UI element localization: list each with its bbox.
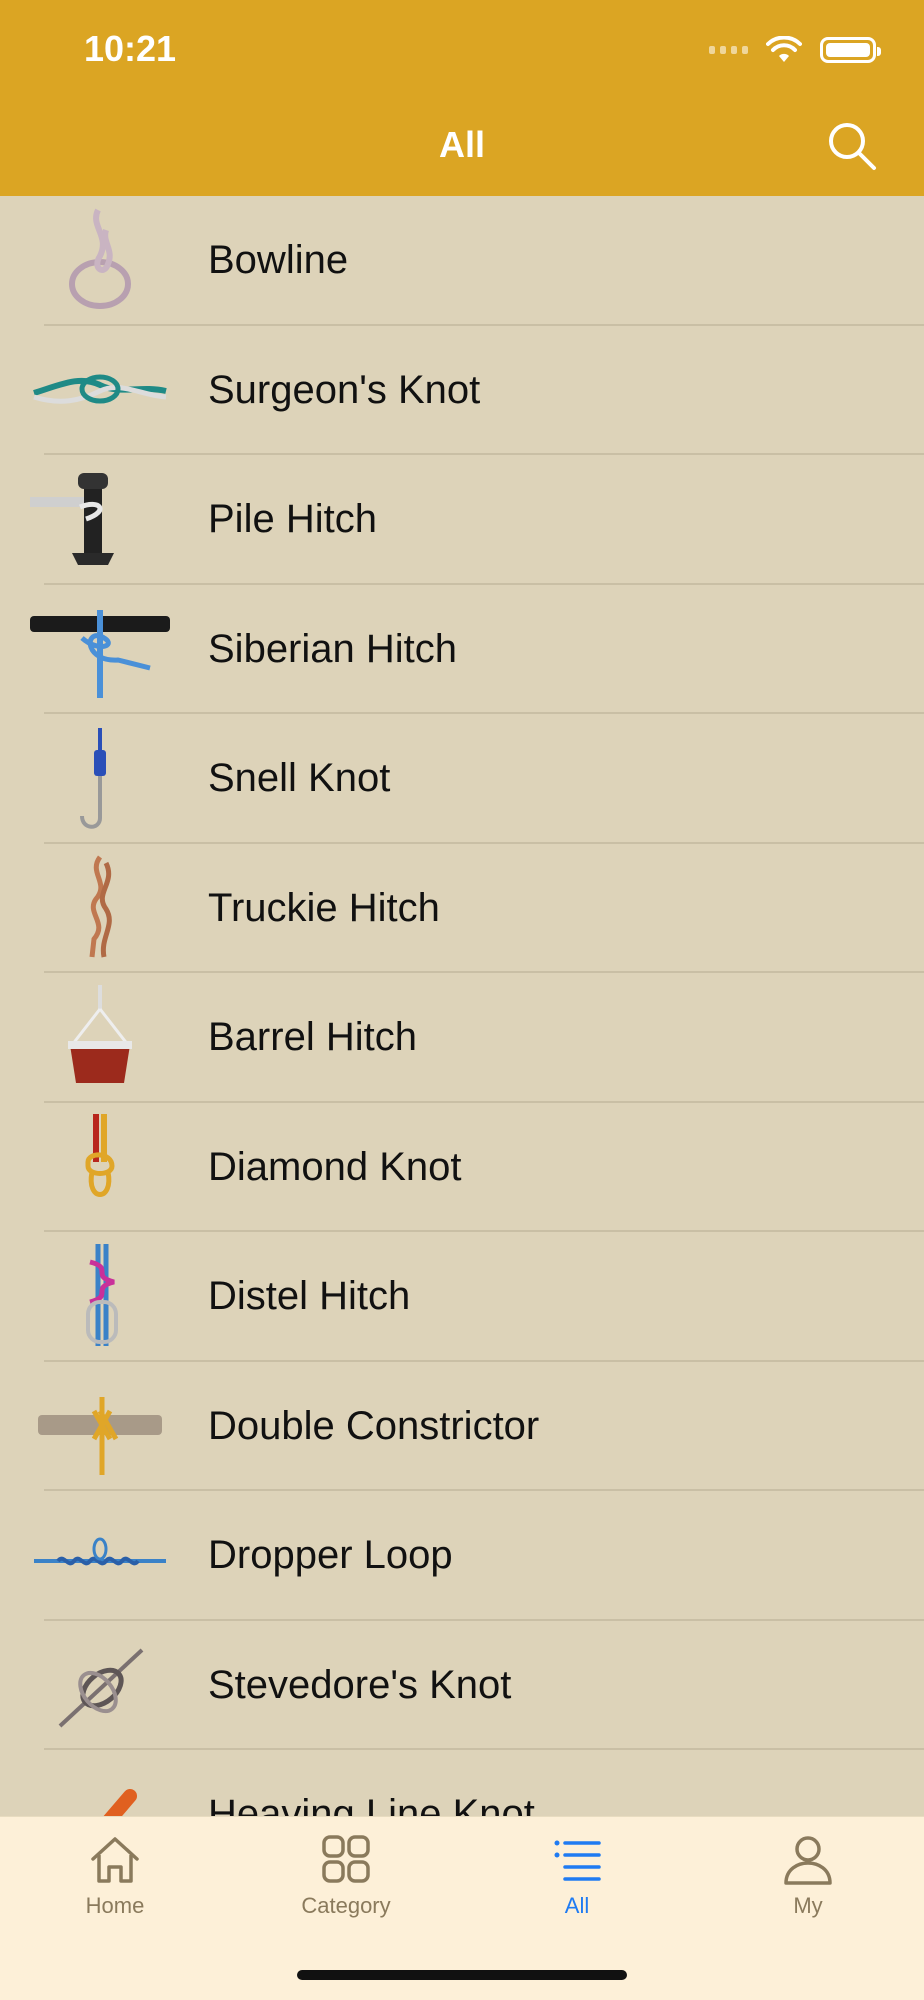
list-item[interactable]: Dropper Loop (0, 1491, 924, 1621)
knot-name: Distel Hitch (208, 1274, 411, 1319)
list-item[interactable]: Truckie Hitch (0, 844, 924, 974)
knot-name: Dropper Loop (208, 1533, 453, 1578)
barrel-hitch-icon (0, 973, 200, 1102)
category-grid-icon (322, 1835, 370, 1883)
page-title: All (438, 124, 485, 165)
person-icon (784, 1836, 832, 1885)
tab-all[interactable]: All (487, 1831, 667, 1919)
battery-icon (820, 37, 881, 63)
tab-label: Home (85, 1893, 145, 1918)
list-icon (554, 1840, 601, 1881)
knot-name: Bowline (208, 238, 349, 283)
search-button[interactable] (824, 118, 880, 174)
list-item[interactable]: Siberian Hitch (0, 585, 924, 715)
siberian-hitch-icon (0, 585, 200, 714)
list-item[interactable]: Bowline (0, 196, 924, 326)
tab-label: My (793, 1893, 823, 1918)
wifi-icon (766, 36, 802, 62)
list-item[interactable]: Barrel Hitch (0, 973, 924, 1103)
list-item[interactable]: Double Constrictor (0, 1362, 924, 1492)
tab-label: Category (301, 1893, 391, 1918)
status-time: 10:21 (84, 28, 177, 69)
stevedores-knot-icon (0, 1621, 200, 1750)
distel-hitch-icon (0, 1232, 200, 1361)
knot-name: Heaving Line Knot (208, 1792, 535, 1816)
heaving-line-knot-icon (0, 1750, 200, 1816)
knot-name: Siberian Hitch (208, 626, 458, 671)
cellular-signal-icon (709, 46, 748, 54)
list-item[interactable]: Pile Hitch (0, 455, 924, 585)
search-icon (829, 123, 876, 170)
tab-category[interactable]: Category (256, 1831, 436, 1919)
list-item[interactable]: Distel Hitch (0, 1232, 924, 1362)
knot-name: Surgeon's Knot (208, 367, 481, 412)
diamond-knot-icon (0, 1103, 200, 1232)
status-icons (709, 32, 881, 68)
knot-name: Snell Knot (208, 756, 391, 801)
knot-name: Barrel Hitch (208, 1015, 417, 1060)
knot-name: Truckie Hitch (208, 885, 440, 930)
knot-name: Stevedore's Knot (208, 1662, 512, 1707)
list-item[interactable]: Heaving Line Knot (0, 1750, 924, 1816)
bowline-icon (0, 196, 200, 325)
knot-name: Diamond Knot (208, 1144, 462, 1189)
nav-header: 10:21 All (0, 0, 924, 196)
dropper-loop-icon (0, 1491, 200, 1620)
tab-label: All (564, 1893, 590, 1918)
tab-my[interactable]: My (718, 1831, 898, 1919)
snell-knot-icon (0, 714, 200, 843)
truckie-hitch-icon (0, 844, 200, 973)
knot-name: Double Constrictor (208, 1403, 540, 1448)
tab-home[interactable]: Home (25, 1831, 205, 1919)
list-item[interactable]: Snell Knot (0, 714, 924, 844)
list-item[interactable]: Stevedore's Knot (0, 1621, 924, 1751)
home-icon (91, 1837, 139, 1883)
list-item[interactable]: Diamond Knot (0, 1103, 924, 1233)
list-item[interactable]: Surgeon's Knot (0, 326, 924, 456)
home-indicator (297, 1970, 627, 1980)
pile-hitch-icon (0, 455, 200, 584)
double-constrictor-icon (0, 1362, 200, 1491)
surgeons-knot-icon (0, 326, 200, 455)
knot-name: Pile Hitch (208, 497, 377, 542)
knot-list[interactable]: Bowline Surgeon's Knot Pile Hitch Siberi… (0, 196, 924, 1816)
